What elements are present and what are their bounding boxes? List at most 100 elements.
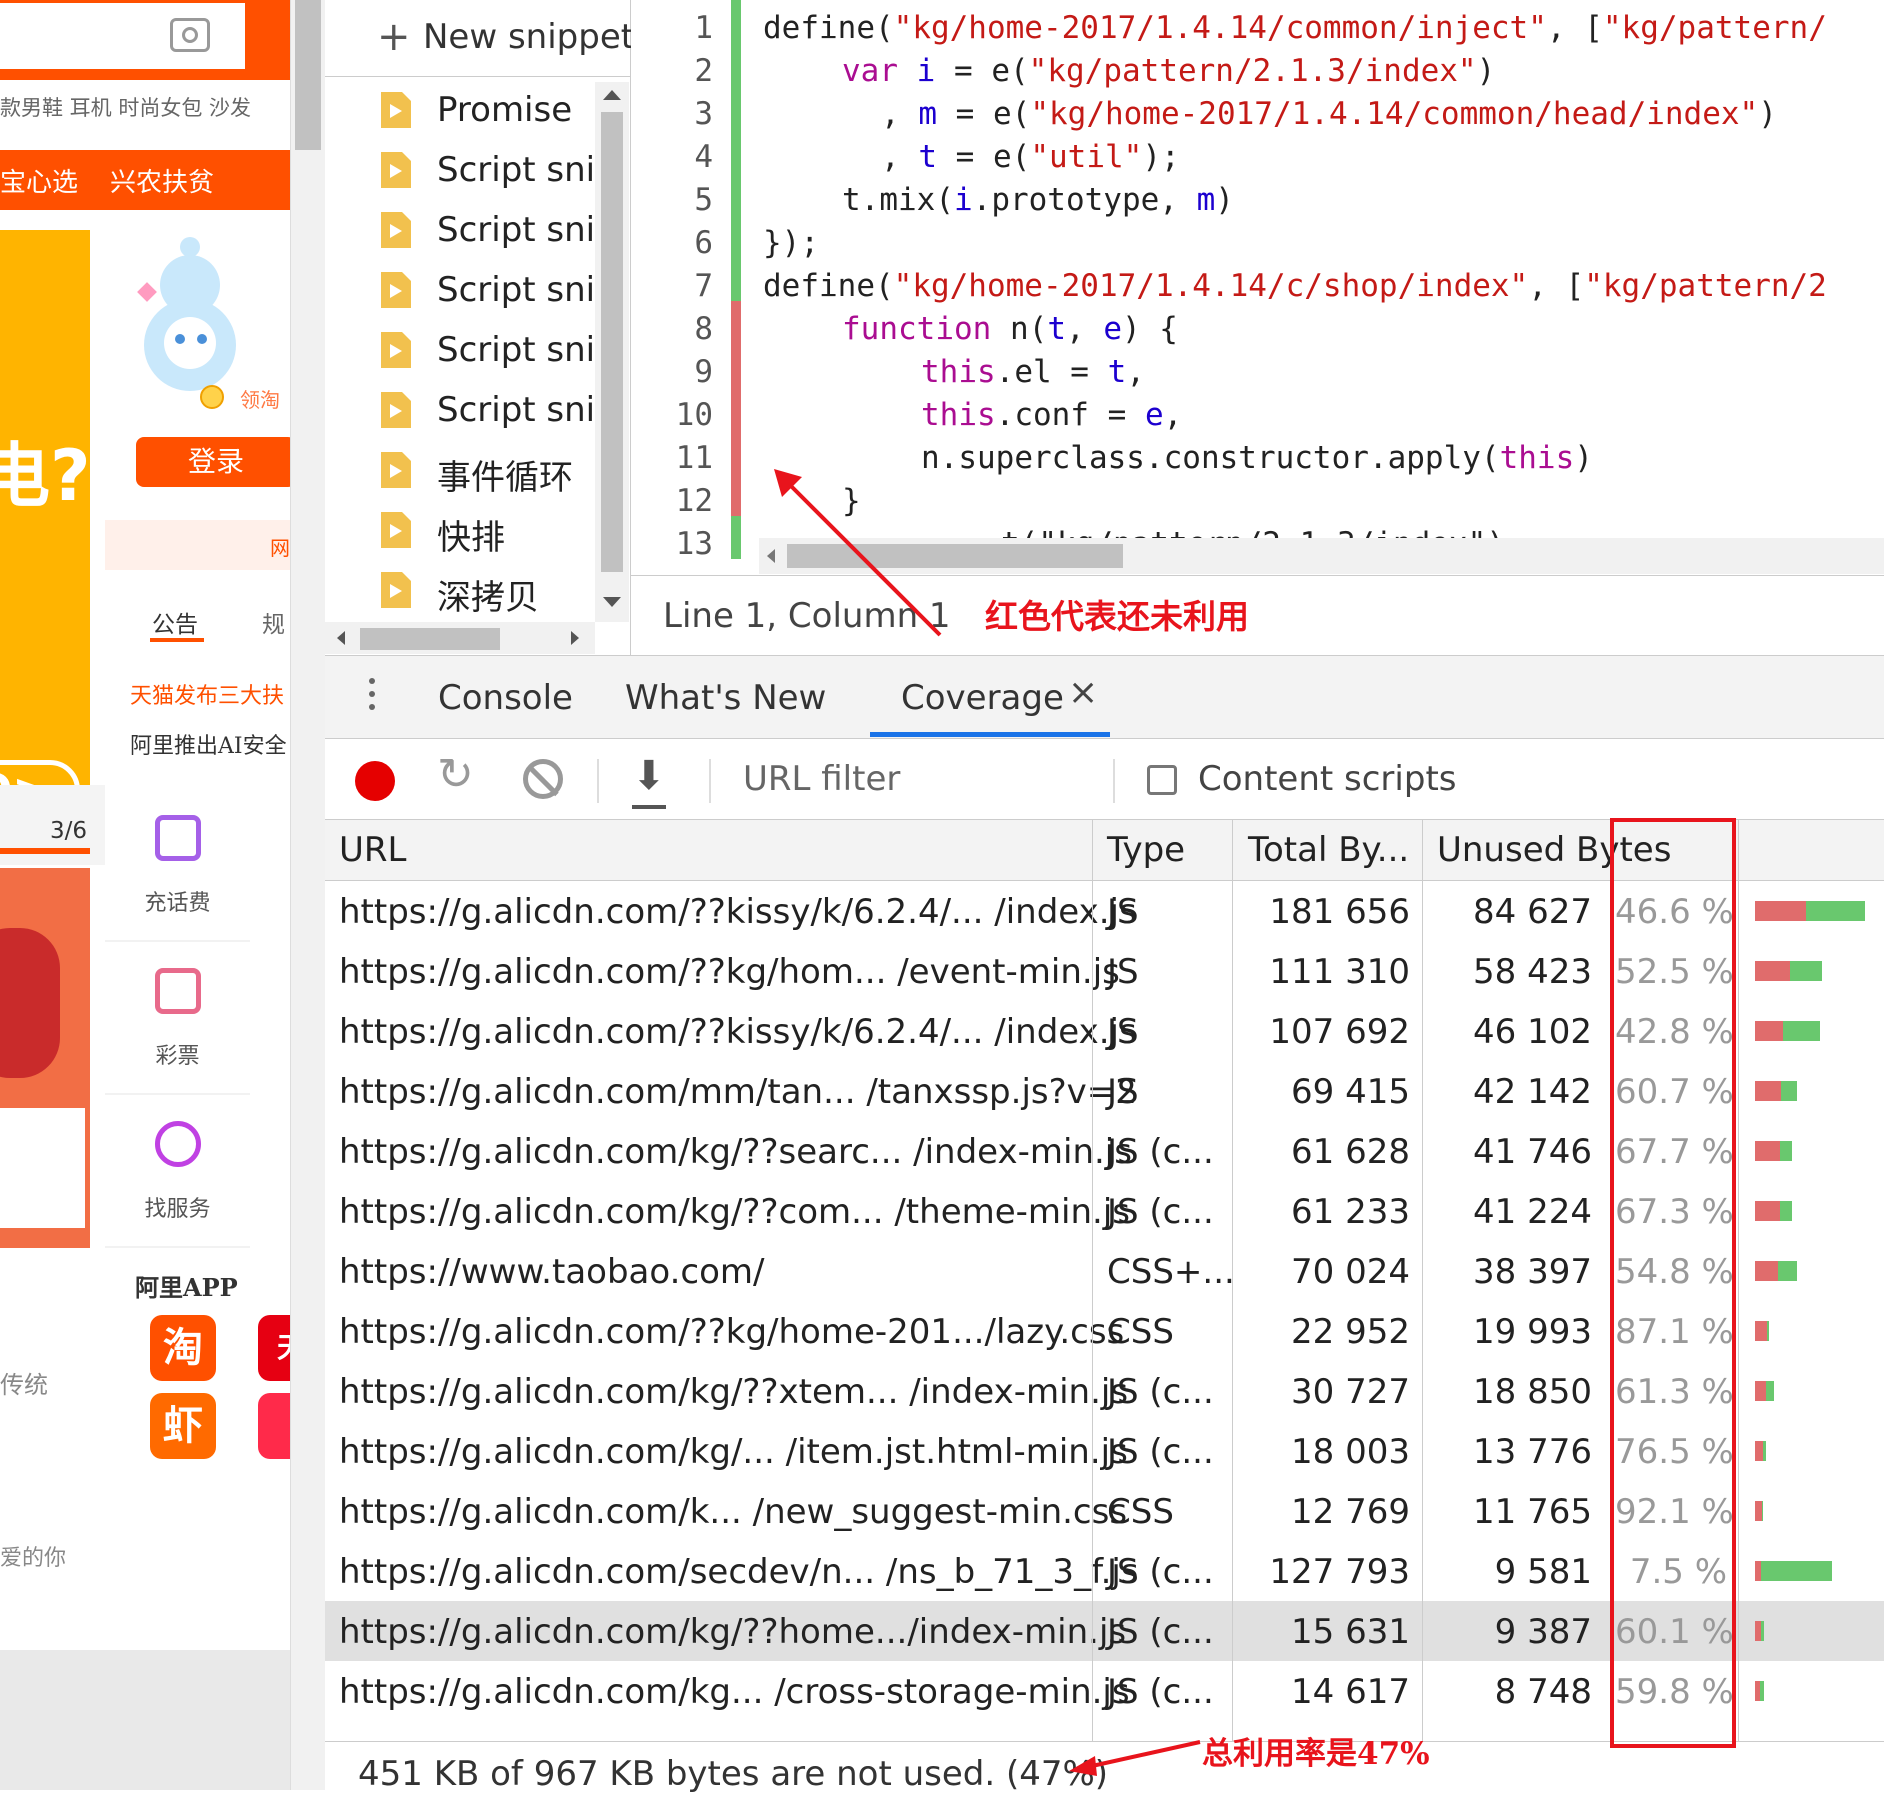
scrollbar-thumb[interactable] bbox=[601, 112, 623, 572]
unused-bytes-cell: 9 387 bbox=[1494, 1612, 1592, 1652]
code-line: , m = e("kg/home-2017/1.4.14/common/head… bbox=[881, 96, 1777, 132]
table-row[interactable]: https://g.alicdn.com/kg/??home.../index-… bbox=[325, 1601, 1884, 1661]
column-total-bytes[interactable]: Total By... bbox=[1248, 830, 1409, 870]
snippet-item[interactable]: Script snip bbox=[325, 140, 593, 200]
content-scripts-checkbox[interactable] bbox=[1147, 765, 1177, 795]
more-menu-icon[interactable] bbox=[369, 678, 375, 717]
table-row[interactable]: https://g.alicdn.com/k... /new_suggest-m… bbox=[325, 1481, 1884, 1541]
tab-coverage[interactable]: Coverage bbox=[901, 678, 1064, 718]
new-snippet-button[interactable]: + New snippet bbox=[325, 0, 634, 77]
column-type[interactable]: Type bbox=[1107, 830, 1185, 870]
code-area[interactable]: define("kg/home-2017/1.4.14/common/injec… bbox=[631, 0, 1884, 538]
snippet-item[interactable]: Script snip bbox=[325, 380, 593, 440]
app-icon[interactable] bbox=[258, 1393, 290, 1459]
total-bytes-cell: 15 631 bbox=[1291, 1612, 1410, 1652]
news-item[interactable]: 天猫发布三大扶 bbox=[130, 678, 284, 710]
tab-notice[interactable]: 公告 bbox=[152, 605, 198, 639]
snippet-item[interactable]: 快排 bbox=[325, 500, 593, 560]
table-row[interactable]: https://g.alicdn.com/kg/??searc... /inde… bbox=[325, 1121, 1884, 1181]
clear-icon[interactable] bbox=[523, 759, 563, 799]
product-image[interactable] bbox=[0, 1650, 290, 1790]
service-recharge[interactable]: 充话费 bbox=[105, 790, 250, 942]
promo-strip[interactable]: 网 bbox=[105, 520, 290, 570]
type-cell: JS (c... bbox=[1107, 1672, 1214, 1712]
hot-words[interactable]: 款男鞋 耳机 时尚女包 沙发 bbox=[0, 92, 251, 122]
tab-rules[interactable]: 规 bbox=[262, 605, 285, 639]
scroll-down-icon[interactable] bbox=[603, 597, 621, 607]
page-scrollbar[interactable] bbox=[290, 0, 325, 1790]
reload-icon[interactable]: ↻ bbox=[437, 749, 474, 800]
type-cell: JS (c... bbox=[1107, 1132, 1214, 1172]
table-row[interactable]: https://g.alicdn.com/kg/??xtem... /index… bbox=[325, 1361, 1884, 1421]
table-row[interactable]: https://g.alicdn.com/??kissy/k/6.2.4/...… bbox=[325, 1001, 1884, 1061]
snippet-item[interactable]: Promise bbox=[325, 80, 593, 140]
xianyu-app-icon[interactable]: 虾 bbox=[150, 1393, 216, 1459]
table-row[interactable]: https://g.alicdn.com/??kissy/k/6.2.4/...… bbox=[325, 881, 1884, 941]
tab-console[interactable]: Console bbox=[438, 678, 573, 718]
content-scripts-label[interactable]: Content scripts bbox=[1198, 759, 1457, 799]
table-row[interactable]: https://g.alicdn.com/kg/... /item.jst.ht… bbox=[325, 1421, 1884, 1481]
table-row[interactable]: https://g.alicdn.com/kg... /cross-storag… bbox=[325, 1661, 1884, 1721]
used-bar bbox=[1782, 1021, 1821, 1041]
column-url[interactable]: URL bbox=[339, 830, 406, 870]
service-help[interactable]: 找服务 bbox=[105, 1096, 250, 1248]
taobao-app-icon[interactable]: 淘 bbox=[150, 1315, 216, 1381]
coin-label[interactable]: 领淘 bbox=[240, 384, 280, 413]
navigator-vscrollbar[interactable] bbox=[595, 82, 629, 622]
login-button[interactable]: 登录 bbox=[136, 437, 290, 487]
scrollbar-thumb[interactable] bbox=[787, 544, 1123, 568]
unused-percent-cell: 60.1 % bbox=[1615, 1612, 1734, 1652]
tmall-app-icon[interactable]: 天 bbox=[258, 1315, 290, 1381]
scroll-up-icon[interactable] bbox=[603, 90, 621, 100]
total-bytes-cell: 107 692 bbox=[1269, 1012, 1410, 1052]
code-editor[interactable]: 1 2 3 4 5 6 7 8 9 10 11 12 13 define("kg… bbox=[631, 0, 1884, 575]
scroll-left-icon[interactable] bbox=[337, 631, 345, 645]
code-line: define("kg/home-2017/1.4.14/common/injec… bbox=[763, 10, 1827, 46]
editor-hscrollbar[interactable] bbox=[759, 538, 1884, 574]
product-image[interactable] bbox=[0, 868, 90, 1248]
table-row[interactable]: https://g.alicdn.com/kg/??com... /theme-… bbox=[325, 1181, 1884, 1241]
coverage-table-body: https://g.alicdn.com/??kissy/k/6.2.4/...… bbox=[325, 881, 1884, 1741]
unused-bytes-cell: 9 581 bbox=[1494, 1552, 1592, 1592]
type-cell: CSS bbox=[1107, 1312, 1174, 1352]
url-cell: https://g.alicdn.com/kg/??xtem... /index… bbox=[339, 1372, 1129, 1412]
table-row[interactable]: https://g.alicdn.com/??kg/hom... /event-… bbox=[325, 941, 1884, 1001]
column-unused-bytes[interactable]: Unused Bytes bbox=[1437, 830, 1671, 870]
navigator-hscrollbar[interactable] bbox=[325, 622, 595, 654]
table-row[interactable]: https://g.alicdn.com/mm/tan... /tanxssp.… bbox=[325, 1061, 1884, 1121]
shoe-shape bbox=[0, 928, 60, 1078]
table-row[interactable]: https://www.taobao.com/CSS+... 70 024 38 3… bbox=[325, 1241, 1884, 1301]
close-icon[interactable]: × bbox=[1068, 672, 1098, 713]
type-cell: JS bbox=[1107, 952, 1139, 992]
search-input[interactable] bbox=[0, 0, 248, 72]
nav-item[interactable]: 宝心选 bbox=[0, 162, 78, 199]
tab-whats-new[interactable]: What's New bbox=[625, 678, 826, 718]
promo-banner[interactable]: 电? O> bbox=[0, 230, 91, 830]
snippet-item[interactable]: Script snip bbox=[325, 260, 593, 320]
url-cell: https://g.alicdn.com/??kissy/k/6.2.4/...… bbox=[339, 1012, 1137, 1052]
service-lottery[interactable]: 彩票 bbox=[105, 943, 250, 1095]
table-row[interactable]: https://g.alicdn.com/??kg/home-201.../la… bbox=[325, 1301, 1884, 1361]
snippet-item[interactable]: 事件循环 bbox=[325, 440, 593, 500]
download-icon[interactable]: ⬇ bbox=[632, 753, 666, 809]
record-button[interactable] bbox=[355, 761, 395, 801]
snippet-item[interactable]: Script snip bbox=[325, 320, 593, 380]
nav-item[interactable]: 兴农扶贫 bbox=[110, 162, 214, 199]
snippet-file-icon bbox=[381, 572, 411, 608]
snippet-item[interactable]: Script snip bbox=[325, 200, 593, 260]
type-cell: JS (c... bbox=[1107, 1372, 1214, 1412]
scroll-left-icon[interactable] bbox=[767, 549, 775, 563]
coverage-toolbar: ↻ ⬇ URL filter Content scripts bbox=[325, 739, 1884, 820]
table-row[interactable]: https://g.alicdn.com/secdev/n... /ns_b_7… bbox=[325, 1541, 1884, 1601]
snippet-item[interactable]: 深拷贝 bbox=[325, 560, 593, 620]
scrollbar-thumb[interactable] bbox=[360, 628, 500, 650]
unused-bar bbox=[1755, 1321, 1768, 1341]
scroll-right-icon[interactable] bbox=[571, 631, 579, 645]
url-cell: https://g.alicdn.com/??kissy/k/6.2.4/...… bbox=[339, 892, 1137, 932]
scrollbar-thumb[interactable] bbox=[295, 0, 321, 150]
url-cell: https://g.alicdn.com/kg/??home.../index-… bbox=[339, 1612, 1127, 1652]
news-item[interactable]: 阿里推出AI安全 bbox=[130, 728, 287, 760]
used-bar bbox=[1766, 1381, 1774, 1401]
url-filter-input[interactable]: URL filter bbox=[743, 759, 900, 799]
camera-icon[interactable] bbox=[170, 18, 210, 52]
